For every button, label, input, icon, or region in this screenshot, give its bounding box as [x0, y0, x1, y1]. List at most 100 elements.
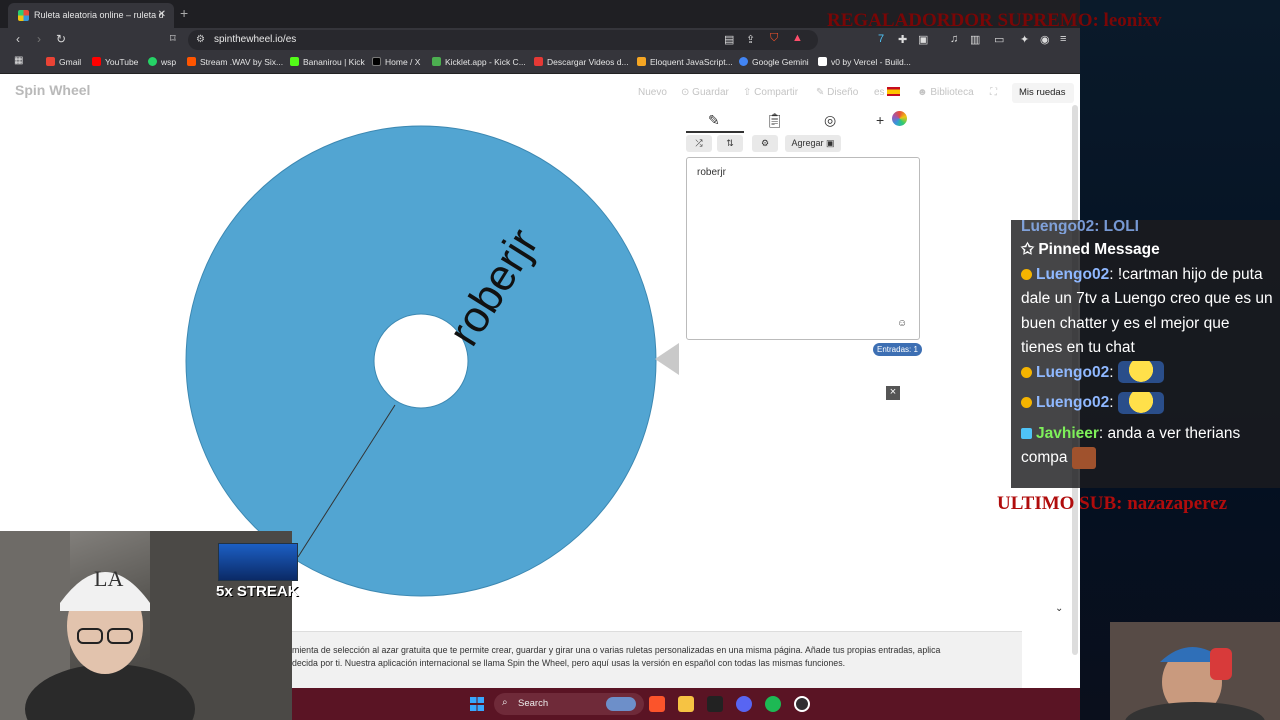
- windows-taskbar: ⌕ Search: [292, 688, 1080, 720]
- chat-message: Luengo02:: [1021, 361, 1274, 386]
- tab-hide-eye-icon[interactable]: ◎: [824, 112, 836, 129]
- badge-icon: [1021, 366, 1032, 378]
- nav-library[interactable]: ☻ Biblioteca: [917, 87, 974, 98]
- nav-new[interactable]: Nuevo: [638, 87, 667, 98]
- screenshot-icon[interactable]: ▣: [918, 33, 928, 46]
- gmail-icon: [46, 57, 55, 66]
- tab-edit-pencil-icon[interactable]: ✎: [708, 112, 720, 129]
- stream-chat: Luengo02: LOLI ✩ Pinned Message Luengo02…: [1011, 220, 1280, 488]
- entries-textarea[interactable]: roberjr: [686, 157, 920, 340]
- bookmark-whatsapp[interactable]: wsp: [148, 57, 176, 67]
- emote-icon: [1117, 391, 1164, 414]
- bookmark-gemini[interactable]: Google Gemini: [739, 57, 809, 67]
- extension-7tv-icon[interactable]: 7: [878, 33, 884, 45]
- streak-label: 5x STREAK: [216, 583, 299, 600]
- gemini-icon: [739, 57, 748, 66]
- wallet-icon[interactable]: ▭: [994, 33, 1004, 46]
- media-icon[interactable]: ♫: [950, 33, 958, 45]
- bookmark-kick[interactable]: Bananirou | Kick: [290, 57, 365, 67]
- emote-icon: [1117, 361, 1164, 384]
- bookmark-soundcloud[interactable]: Stream .WAV by Six...: [187, 57, 283, 67]
- settings-gear-icon[interactable]: ⚙: [752, 135, 778, 152]
- chat-line-partial: Luengo02: LOLI: [1021, 220, 1139, 234]
- brave-taskbar-icon[interactable]: [649, 696, 665, 712]
- file-explorer-icon[interactable]: [678, 696, 694, 712]
- shuffle-icon[interactable]: ⤮: [686, 135, 712, 152]
- chat-message: Luengo02:: [1021, 391, 1274, 416]
- address-bar[interactable]: ⚙ spinthewheel.io/es ▤ ⇪ ⛉ ▲: [188, 30, 818, 50]
- kick-icon: [290, 57, 299, 66]
- extensions-icon[interactable]: ✚: [898, 33, 907, 46]
- bookmark-x[interactable]: Home / X: [372, 57, 420, 67]
- entries-count-badge: Entradas: 1: [873, 343, 922, 356]
- bookmark-icon[interactable]: ⌑: [170, 32, 176, 45]
- badge-icon: [1021, 397, 1032, 408]
- site-favicon-icon: [18, 10, 29, 21]
- scroll-down-chevron-icon[interactable]: ⌄: [1055, 603, 1063, 614]
- v0-icon: [818, 57, 827, 66]
- spotify-icon[interactable]: [765, 696, 781, 712]
- site-description: mienta de selección al azar gratuita que…: [292, 631, 1022, 690]
- eloquent-js-icon: [637, 57, 646, 66]
- menu-icon[interactable]: ≡: [1060, 33, 1066, 45]
- spin-wheel[interactable]: roberjr: [185, 125, 657, 597]
- guest-webcam: [1110, 622, 1280, 720]
- windows-start-icon[interactable]: [470, 697, 484, 711]
- leo-ai-icon[interactable]: ✦: [1020, 33, 1029, 46]
- add-wheel-icon[interactable]: +: [876, 112, 884, 128]
- brave-shield-icon[interactable]: ⛉: [770, 32, 778, 45]
- apps-grid-icon[interactable]: ▦: [14, 55, 23, 66]
- pinned-message-header: ✩ Pinned Message: [1021, 241, 1160, 258]
- emote-icon: [1071, 446, 1096, 469]
- vpn-icon[interactable]: ◉: [1040, 33, 1050, 46]
- bookmark-descargar[interactable]: Descargar Videos d...: [534, 57, 629, 67]
- add-image-button[interactable]: Agregar ▣: [785, 135, 841, 152]
- pin-icon: ✩: [1021, 241, 1034, 258]
- wheel-pointer-icon: [655, 343, 679, 375]
- brave-rewards-icon[interactable]: ▲: [792, 32, 803, 44]
- search-icon: ⌕: [502, 697, 508, 708]
- tab-close-icon[interactable]: ✕: [158, 9, 166, 20]
- streak-emote-image: [218, 543, 298, 581]
- description-line: decida por ti. Nuestra aplicación intern…: [292, 658, 846, 668]
- emoji-picker-icon[interactable]: ☺: [897, 318, 907, 329]
- site-settings-icon[interactable]: ⚙: [196, 34, 205, 45]
- reader-icon[interactable]: ▤: [724, 33, 734, 46]
- obs-icon[interactable]: [794, 696, 810, 712]
- top-gifter-overlay: REGALADORDOR SUPREMO: leonixv: [827, 10, 1162, 31]
- spain-flag-icon: [887, 87, 901, 96]
- active-tab[interactable]: Ruleta aleatoria online – ruleta d ✕: [8, 3, 174, 28]
- bookmark-v0[interactable]: v0 by Vercel - Build...: [818, 57, 911, 67]
- bookmarks-bar: ▦ Gmail YouTube wsp Stream .WAV by Six..…: [0, 52, 1080, 74]
- discord-icon[interactable]: [736, 696, 752, 712]
- terminal-taskbar-icon[interactable]: [707, 696, 723, 712]
- nav-language[interactable]: es: [874, 87, 901, 98]
- widget-icon[interactable]: [606, 697, 636, 711]
- reload-icon[interactable]: ↻: [56, 32, 66, 46]
- new-tab-button[interactable]: +: [180, 5, 188, 21]
- my-wheels-button[interactable]: Mis ruedas: [1012, 83, 1074, 103]
- sidebar-icon[interactable]: ▥: [970, 33, 980, 46]
- nav-design[interactable]: ✎ Diseño: [816, 87, 858, 98]
- nav-share[interactable]: ⇧ Compartir: [743, 87, 798, 98]
- fullscreen-icon[interactable]: ⛶: [990, 87, 997, 98]
- back-icon[interactable]: ‹: [16, 32, 20, 46]
- badge-icon: [1021, 268, 1032, 280]
- bookmark-youtube[interactable]: YouTube: [92, 57, 138, 67]
- color-palette-icon[interactable]: [892, 111, 907, 126]
- share-icon[interactable]: ⇪: [746, 33, 755, 46]
- close-ad-button[interactable]: ×: [886, 386, 900, 400]
- site-logo[interactable]: Spin Wheel: [15, 82, 90, 98]
- nav-save[interactable]: ⊙ Guardar: [681, 87, 729, 98]
- tab-results-icon[interactable]: 📋︎: [766, 112, 784, 129]
- forward-icon[interactable]: ›: [37, 32, 41, 46]
- bookmark-gmail[interactable]: Gmail: [46, 57, 81, 67]
- bookmark-eloquent-js[interactable]: Eloquent JavaScript...: [637, 57, 733, 67]
- youtube-icon: [92, 57, 101, 66]
- badge-icon: [1021, 427, 1032, 439]
- sort-icon[interactable]: ⇅: [717, 135, 743, 152]
- kicklet-icon: [432, 57, 441, 66]
- guest-webcam-image: [1110, 622, 1280, 720]
- bookmark-kicklet[interactable]: Kicklet.app - Kick C...: [432, 57, 526, 67]
- whatsapp-icon: [148, 57, 157, 66]
